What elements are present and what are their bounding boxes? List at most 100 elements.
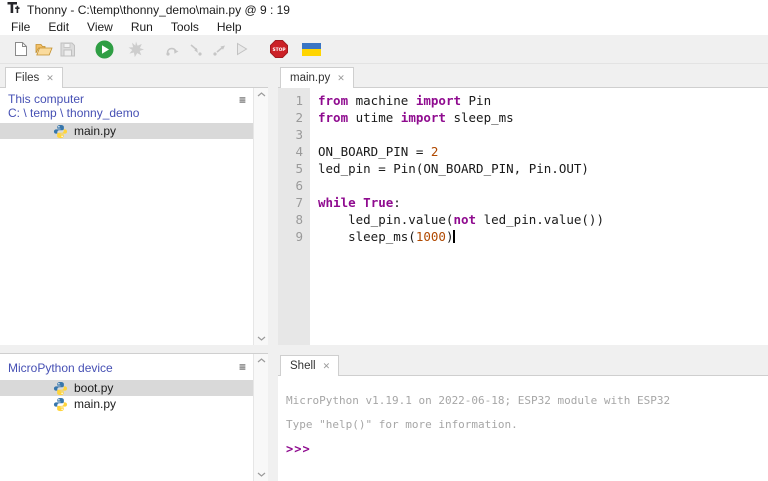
python-file-icon — [53, 124, 68, 139]
open-folder-icon — [35, 44, 53, 56]
line-number: 6 — [295, 178, 303, 193]
code-area[interactable]: from machine import Pin from utime import… — [310, 88, 768, 345]
scroll-down-icon[interactable] — [257, 336, 266, 341]
vertical-splitter[interactable] — [268, 64, 278, 481]
stop-button[interactable]: STOP — [268, 38, 290, 60]
close-icon[interactable]: ✕ — [337, 73, 345, 83]
code-line-5: led_pin = Pin(ON_BOARD_PIN, Pin.OUT) — [318, 161, 589, 176]
line-number: 7 — [295, 195, 303, 210]
resume-icon — [237, 42, 248, 56]
file-item-main.py[interactable]: main.py — [0, 396, 253, 412]
path-breadcrumb[interactable]: C: \ temp \ thonny_demo — [8, 106, 268, 120]
scroll-up-icon[interactable] — [257, 358, 266, 363]
code-editor[interactable]: 1 2 3 4 5 6 7 8 9 from machine import Pin from ut… — [278, 87, 768, 345]
new-file-icon — [15, 42, 27, 56]
code-line-4: ON_BOARD_PIN = 2 — [318, 144, 439, 159]
editor-tabrow: main.py ✕ — [278, 64, 768, 88]
step-out-icon — [213, 45, 225, 56]
menubar: File Edit View Run Tools Help — [0, 19, 768, 35]
text-caret — [453, 230, 455, 243]
files-location: This computer C: \ temp \ thonny_demo — [0, 88, 268, 123]
run-button[interactable] — [93, 38, 115, 60]
shell-output-line: Type "help()" for more information. — [286, 418, 518, 431]
step-over-icon — [166, 47, 179, 56]
menu-item-help[interactable]: Help — [208, 20, 251, 34]
save-file-button[interactable] — [56, 38, 78, 60]
code-line-8: led_pin.value(not led_pin.value()) — [318, 212, 604, 227]
device-scrollbar[interactable] — [253, 354, 268, 481]
file-name: main.py — [74, 124, 117, 138]
files-panel: This computer C: \ temp \ thonny_demo ma… — [0, 87, 268, 345]
shell-output[interactable]: MicroPython v1.19.1 on 2022-06-18; ESP32… — [278, 375, 768, 481]
line-number: 9 — [295, 229, 303, 244]
step-into-button[interactable] — [185, 38, 207, 60]
line-number-gutter: 1 2 3 4 5 6 7 8 9 — [278, 88, 310, 345]
line-number: 8 — [295, 212, 303, 227]
debug-button[interactable] — [125, 38, 147, 60]
code-line-2: from utime import sleep_ms — [318, 110, 514, 125]
thonny-logo-icon — [7, 1, 20, 19]
code-line-9: sleep_ms(1000) — [318, 229, 455, 244]
line-number: 5 — [295, 161, 303, 176]
line-number: 1 — [295, 93, 303, 108]
code-line-7: while True: — [318, 195, 401, 210]
shell-lines: MicroPython v1.19.1 on 2022-06-18; ESP32… — [286, 389, 768, 437]
files-tabrow: Files ✕ — [0, 64, 268, 88]
step-into-icon — [190, 43, 202, 56]
run-icon — [95, 40, 113, 58]
shell-prompt[interactable]: >>> — [286, 437, 768, 461]
files-tab-label: Files — [15, 72, 40, 84]
debug-icon — [128, 41, 144, 57]
save-icon — [60, 42, 75, 56]
file-name: boot.py — [74, 381, 114, 395]
editor-tab-label: main.py — [290, 72, 331, 84]
files-scrollbar[interactable] — [253, 88, 268, 345]
tab-files[interactable]: Files ✕ — [5, 67, 63, 88]
ukraine-flag-button[interactable] — [300, 38, 322, 60]
line-number: 3 — [295, 127, 303, 142]
window-title: Thonny - C:\temp\thonny_demo\main.py @ 9… — [27, 2, 290, 17]
right-column: main.py ✕ 1 2 3 4 5 6 7 8 9 from machine import … — [278, 64, 768, 481]
code-line-1: from machine import Pin — [318, 93, 492, 108]
panel-menu-icon[interactable]: ≡ — [239, 361, 246, 373]
line-number: 4 — [295, 144, 303, 159]
menu-item-run[interactable]: Run — [122, 20, 162, 34]
new-file-button[interactable] — [10, 38, 32, 60]
shell-output-line: MicroPython v1.19.1 on 2022-06-18; ESP32… — [286, 394, 671, 407]
python-file-icon — [53, 381, 68, 396]
toolbar: STOP — [0, 35, 768, 64]
file-item-boot.py[interactable]: boot.py — [0, 380, 253, 396]
menu-item-view[interactable]: View — [78, 20, 122, 34]
device-panel-header[interactable]: MicroPython device — [8, 361, 113, 375]
tab-main-py[interactable]: main.py ✕ — [280, 67, 354, 88]
menu-item-file[interactable]: File — [2, 20, 39, 34]
stop-icon: STOP — [270, 40, 288, 58]
shell-tabrow: Shell ✕ — [278, 353, 768, 376]
scroll-down-icon[interactable] — [257, 472, 266, 477]
micropython-device-panel: MicroPython device boot.py main.py ≡ — [0, 353, 268, 481]
step-over-button[interactable] — [162, 38, 184, 60]
left-column: Files ✕ This computer C: \ temp \ thonny… — [0, 64, 268, 481]
panel-menu-icon[interactable]: ≡ — [239, 94, 246, 106]
panel-splitter[interactable] — [0, 345, 268, 353]
ukraine-flag-icon — [301, 42, 321, 56]
scroll-up-icon[interactable] — [257, 92, 266, 97]
close-icon[interactable]: ✕ — [46, 73, 54, 83]
title-bar: Thonny - C:\temp\thonny_demo\main.py @ 9… — [0, 0, 768, 19]
main-area: Files ✕ This computer C: \ temp \ thonny… — [0, 64, 768, 481]
menu-item-edit[interactable]: Edit — [39, 20, 78, 34]
file-name: main.py — [74, 397, 117, 411]
file-item-main.py[interactable]: main.py — [0, 123, 253, 139]
step-out-button[interactable] — [208, 38, 230, 60]
python-file-icon — [53, 397, 68, 412]
open-file-button[interactable] — [33, 38, 55, 60]
close-icon[interactable]: ✕ — [323, 361, 331, 371]
resume-button[interactable] — [231, 38, 253, 60]
menu-item-tools[interactable]: Tools — [162, 20, 208, 34]
this-computer-link[interactable]: This computer — [8, 92, 268, 106]
tab-shell[interactable]: Shell ✕ — [280, 355, 340, 376]
panel-splitter[interactable] — [278, 345, 768, 353]
thonny-window: Thonny - C:\temp\thonny_demo\main.py @ 9… — [0, 0, 768, 481]
